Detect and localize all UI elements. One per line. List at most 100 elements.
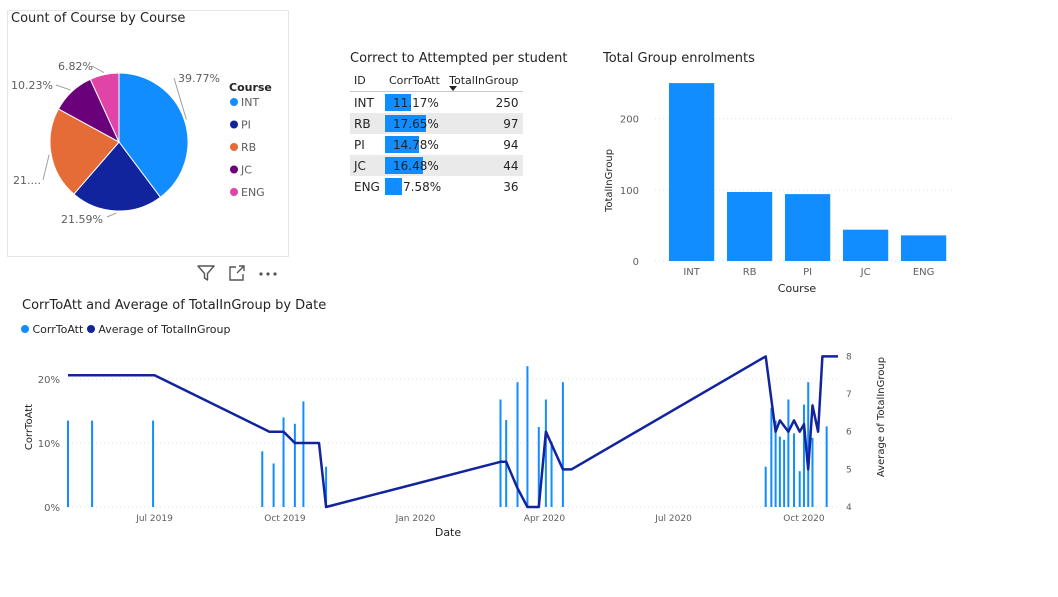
table-cell-totalingroup: 97 [445, 113, 523, 134]
combo-bar-corrtoatt [272, 463, 275, 507]
pie-legend-label-jc: JC [240, 164, 252, 177]
matrix-header-id[interactable]: ID [350, 69, 385, 92]
pie-data-label-eng: 6.82% [58, 60, 93, 73]
combo-y2-axis-title: Average of TotalInGroup [876, 357, 887, 477]
combo-bar-corrtoatt [787, 399, 790, 507]
pie-legend-label-eng: ENG [241, 186, 265, 199]
table-cell-id: INT [354, 95, 374, 110]
table-cell-totalingroup: 250 [495, 95, 519, 110]
visual-header-icons [193, 263, 288, 283]
combo-ytick-label: 20% [38, 375, 60, 386]
pie-data-label-int: 39.77% [178, 72, 220, 85]
pie-chart-title: Count of Course by Course [11, 11, 186, 26]
bar-ytick-label: 100 [620, 186, 639, 197]
table-row[interactable]: INT 11.17% 250 [350, 92, 523, 114]
combo-bar-corrtoatt [561, 382, 564, 507]
focus-mode-icon[interactable] [224, 264, 250, 284]
table-cell-corrtoatt: 17.65% [385, 113, 446, 134]
bar-ytick-label: 200 [620, 115, 639, 126]
data-bar-value: 17.65% [393, 116, 439, 131]
combo-bar-corrtoatt [798, 471, 801, 507]
pie-data-label-pi: 21.59% [61, 213, 103, 226]
pie-chart: 39.77% 21.59% 21.... 10.23% 6.82% Course INT PI… [11, 60, 272, 226]
pie-legend-marker-eng [230, 188, 238, 196]
pie-leader-line [91, 65, 105, 74]
table-cell-totalingroup: 36 [503, 179, 519, 194]
bar-xtick-label-eng: ENG [913, 267, 935, 278]
pie-leader-line [42, 154, 50, 181]
combo-bar-corrtoatt [764, 466, 767, 507]
pie-legend-label-pi: PI [241, 119, 251, 132]
combo-y2tick-label: 7 [846, 390, 852, 400]
more-options-icon[interactable] [255, 264, 281, 284]
table-row[interactable]: JC 16.48% 44 [350, 155, 523, 176]
combo-y2tick-label: 8 [846, 352, 852, 362]
combo-bar-corrtoatt [774, 420, 777, 507]
pie-leader-line [55, 84, 71, 91]
bar-ytick-label: 0 [633, 257, 639, 268]
pie-legend-label-rb: RB [241, 141, 256, 154]
legend-item-corrtoatt[interactable]: CorrToAtt [21, 323, 83, 336]
combo-xtick-label: Oct 2020 [783, 514, 825, 524]
data-bar-value: 7.58% [403, 179, 442, 194]
legend-item-average[interactable]: Average of TotalInGroup [86, 323, 231, 336]
combo-ytick-label: 10% [38, 439, 60, 450]
legend-label-average: Average of TotalInGroup [98, 323, 231, 336]
combo-x-axis-title: Date [435, 526, 462, 539]
matrix-table: ID CorrToAtt TotalInGroup INT 11.17% 250 RB… [350, 69, 523, 197]
combo-xtick-label: Oct 2019 [264, 514, 306, 524]
table-cell-corrtoatt: 16.48% [385, 155, 446, 176]
table-cell-corrtoatt: 11.17% [385, 92, 445, 114]
combo-bar-corrtoatt [550, 441, 553, 507]
combo-y2tick-label: 5 [846, 465, 852, 475]
matrix-header-corrtoatt[interactable]: CorrToAtt [385, 69, 446, 92]
combo-bar-corrtoatt [302, 401, 305, 507]
pie-legend-label-int: INT [241, 96, 259, 109]
bar-chart-title: Total Group enrolments [603, 51, 755, 66]
pie-legend-marker-int [230, 98, 238, 106]
bar-pi [785, 194, 831, 261]
matrix-body: INT 11.17% 250 RB 17.65% 97 PI 14.78% 94 JC 16.48%… [350, 92, 523, 198]
bar-xtick-label-int: INT [683, 267, 700, 278]
pie-legend-marker-jc [230, 165, 238, 174]
table-cell-totalingroup: 94 [503, 137, 519, 152]
sort-descending-icon [449, 86, 457, 91]
pie-data-label-jc: 10.23% [11, 79, 53, 92]
table-cell-totalingroup: 44 [445, 155, 523, 176]
table-cell-corrtoatt: 7.58% [385, 176, 445, 197]
matrix-title: Correct to Attempted per student [350, 51, 568, 66]
combo-ytick-label: 0% [44, 503, 60, 514]
combo-bar-corrtoatt [793, 433, 796, 507]
bar-xtick-label-jc: JC [860, 267, 871, 278]
matrix-table-wrap: ID CorrToAtt TotalInGroup INT 11.17% 250 RB… [350, 69, 523, 197]
table-row[interactable]: ENG 7.58% 36 [350, 176, 523, 197]
combo-bar-corrtoatt [544, 399, 547, 507]
combo-bar-corrtoatt [293, 423, 296, 507]
combo-bar-corrtoatt [499, 399, 502, 507]
data-bar-value: 11.17% [393, 95, 439, 110]
table-row[interactable]: PI 14.78% 94 [350, 134, 523, 155]
combo-bar-corrtoatt [783, 439, 786, 507]
combo-bar-corrtoatt [67, 420, 69, 507]
bar-int [669, 83, 715, 261]
pie-legend-marker-pi [230, 120, 238, 129]
combo-xtick-label: Jul 2019 [135, 514, 173, 524]
combo-xtick-label: Jan 2020 [395, 514, 436, 524]
combo-xtick-label: Jul 2020 [654, 514, 692, 524]
filter-icon[interactable] [193, 264, 219, 284]
pie-data-label-rb: 21.... [13, 174, 41, 187]
legend-marker-average [86, 325, 95, 333]
bar-xtick-label-rb: RB [743, 267, 757, 278]
bar-eng [901, 235, 947, 261]
pie-leader-line [106, 212, 117, 218]
combo-bar-corrtoatt [91, 420, 94, 507]
legend-label-corrtoatt: CorrToAtt [32, 323, 84, 336]
combo-bar-corrtoatt [811, 437, 814, 507]
table-cell-corrtoatt: 14.78% [385, 134, 445, 155]
combo-chart-title: CorrToAtt and Average of TotalInGroup by… [22, 298, 327, 313]
pie-legend-title: Course [229, 81, 272, 94]
table-row[interactable]: RB 17.65% 97 [350, 113, 523, 134]
combo-xtick-label: Apr 2020 [524, 514, 566, 524]
combo-bar-corrtoatt [778, 436, 781, 507]
combo-legend: CorrToAtt Average of TotalInGroup [21, 323, 230, 336]
